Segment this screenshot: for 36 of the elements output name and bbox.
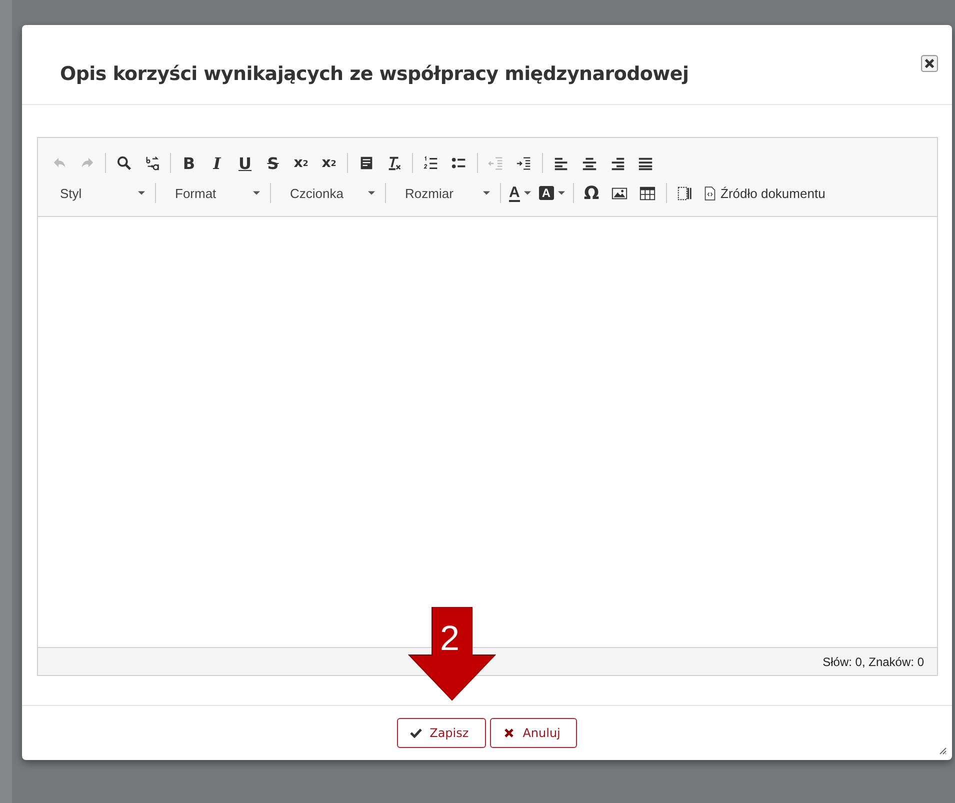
show-blocks-icon (676, 184, 694, 202)
caret-icon (368, 191, 375, 195)
background-color-button[interactable]: A (536, 180, 568, 206)
table-icon (639, 184, 656, 202)
cancel-button[interactable]: Anuluj (490, 718, 578, 748)
format-button[interactable]: U (232, 150, 258, 176)
numbered-list-icon (422, 154, 440, 172)
special-character-button[interactable]: Ω (578, 180, 605, 206)
caret-icon (558, 191, 565, 195)
close-icon (502, 728, 515, 738)
save-button[interactable]: Zapisz (396, 718, 486, 748)
dialog-title: Opis korzyści wynikających ze współpracy międzynarodowej (60, 63, 689, 85)
caret-icon (138, 191, 145, 195)
replace-icon (144, 154, 160, 172)
outdent-icon (488, 154, 504, 172)
format-button[interactable]: I (204, 150, 230, 176)
dropdown-select[interactable]: Rozmiar (391, 180, 495, 206)
dropdown-select[interactable]: Styl (46, 180, 150, 206)
dropdown-select[interactable]: Czcionka (276, 180, 380, 206)
caret-icon (483, 191, 490, 195)
format-button[interactable]: x$^{2}$ (316, 150, 342, 176)
word-count: Słów: 0, Znaków: 0 (822, 654, 924, 668)
text-color-button[interactable]: A (506, 180, 534, 206)
resize-grip-icon[interactable] (939, 747, 947, 755)
format-button[interactable]: B (176, 150, 202, 176)
caret-icon (524, 191, 531, 195)
step-number: 2 (440, 621, 460, 656)
format-button[interactable]: S (260, 150, 286, 176)
caret-icon (253, 191, 260, 195)
indent-icon (516, 154, 532, 172)
document-code-icon (704, 186, 716, 200)
search-icon (116, 154, 132, 172)
close-icon[interactable] (921, 55, 938, 72)
source-button[interactable]: Źródło dokumentu (700, 180, 830, 206)
dropdown-select[interactable]: Format (161, 180, 265, 206)
check-icon (410, 728, 422, 738)
